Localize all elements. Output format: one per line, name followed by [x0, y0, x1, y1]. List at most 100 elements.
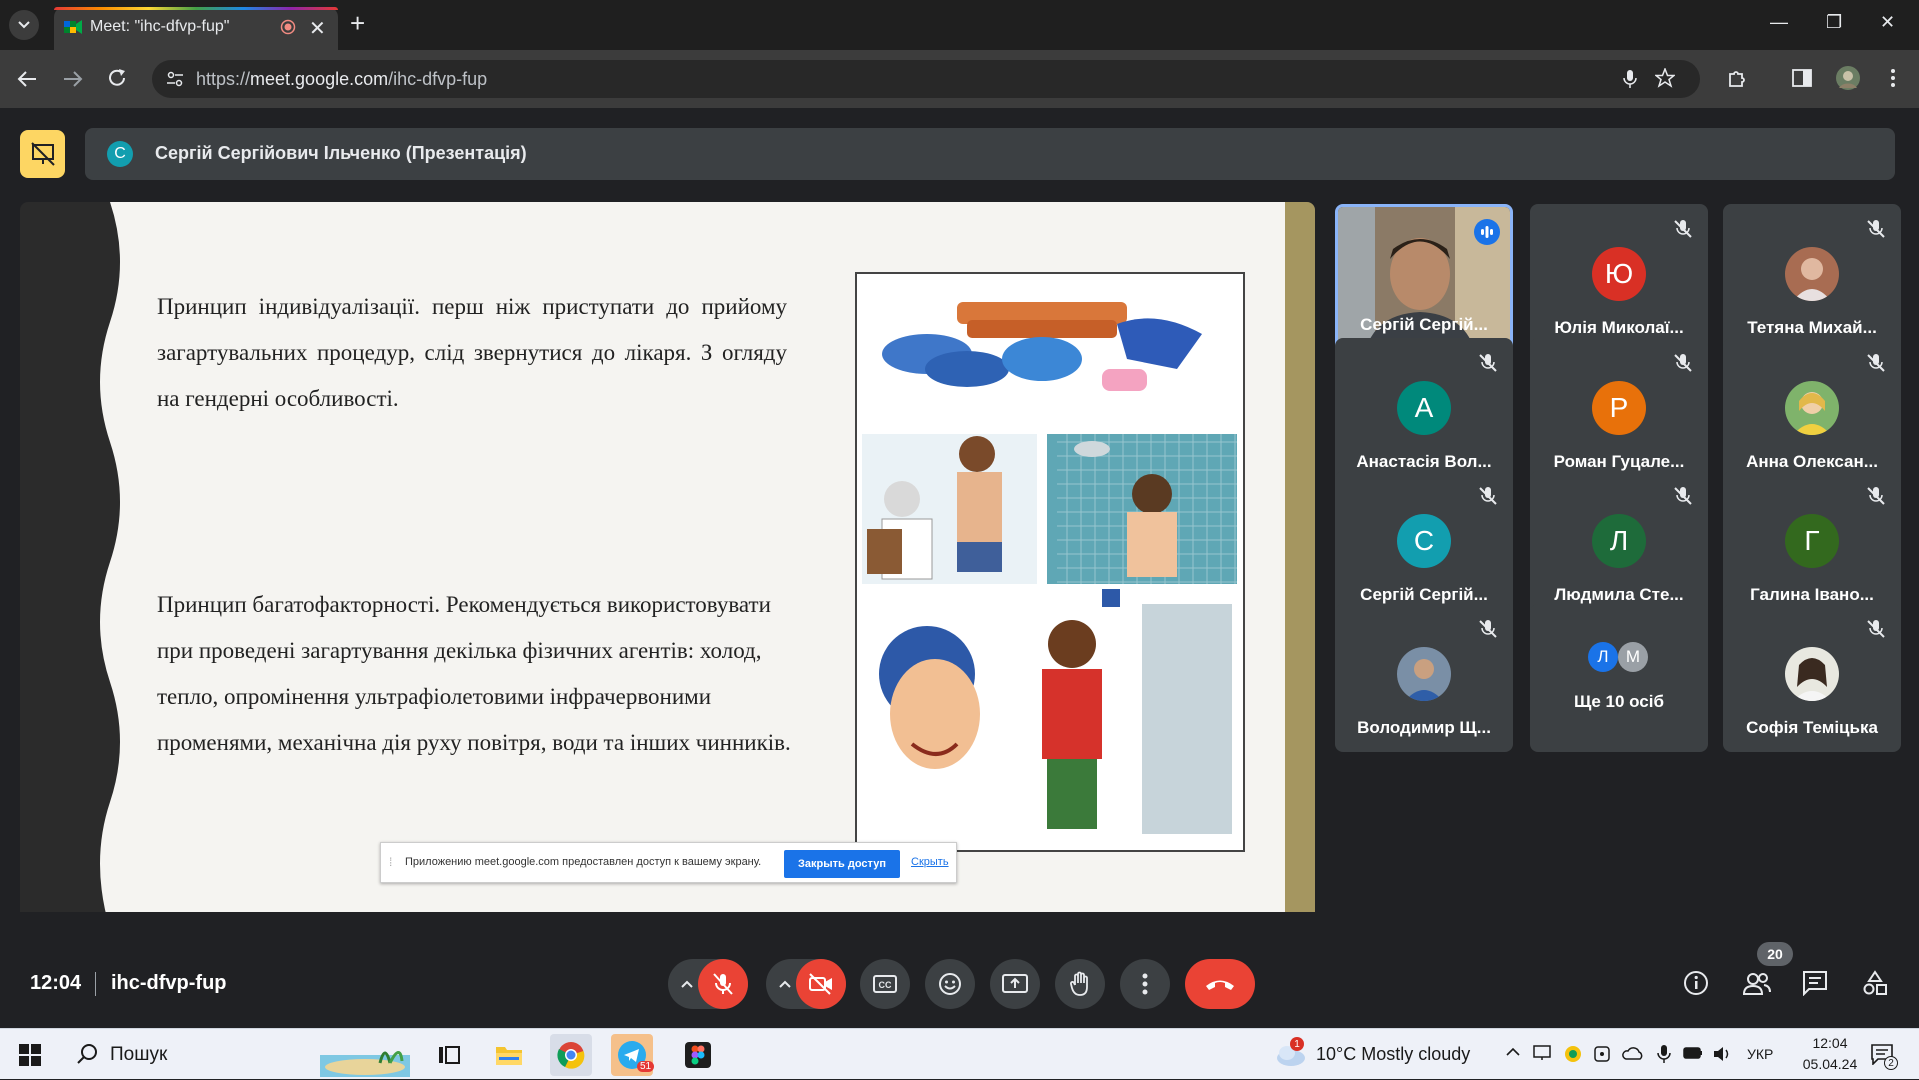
weather-icon[interactable]: 1 [1275, 1037, 1307, 1067]
tab-indicator-bar [54, 7, 338, 10]
presentation-icon[interactable] [20, 130, 65, 178]
participant-tile[interactable]: Анна Олексан... [1723, 338, 1901, 486]
participant-tile[interactable]: Ю Юлія Миколаї... [1530, 204, 1708, 352]
chevron-up-icon [681, 980, 693, 988]
chat-icon[interactable] [1802, 970, 1828, 996]
participant-tile[interactable]: Тетяна Михай... [1723, 204, 1901, 352]
telegram-badge: 51 [637, 1061, 655, 1072]
notification-count: 2 [1884, 1056, 1898, 1070]
battery-icon[interactable] [1683, 1047, 1703, 1059]
participant-name: Сергій Сергій... [1360, 315, 1488, 334]
microphone-tray-icon[interactable] [1657, 1044, 1671, 1064]
minimize-icon[interactable]: — [1770, 12, 1788, 33]
display-tray-icon[interactable] [1533, 1045, 1551, 1061]
more-options-button[interactable] [1120, 959, 1170, 1009]
profile-avatar-icon[interactable] [1836, 66, 1860, 90]
slide-paragraph-individualization: Принцип індивідуалізації. перш ніж прист… [157, 294, 787, 411]
close-window-icon[interactable]: ✕ [1880, 12, 1895, 33]
taskbar-time[interactable]: 12:04 [1800, 1035, 1860, 1051]
app-tray-icon[interactable] [1564, 1045, 1582, 1063]
participant-name: Софія Теміцька [1746, 718, 1878, 737]
meeting-info-icon[interactable] [1683, 970, 1709, 996]
chrome-menu-icon[interactable] [1890, 68, 1896, 88]
browser-tab-strip: Meet: "ihc-dfvp-fup" ✕ + — ❐ ✕ [0, 0, 1919, 50]
mic-off-icon [1672, 485, 1694, 507]
participant-tile[interactable]: Л Людмила Сте... [1530, 471, 1708, 619]
participant-tile[interactable]: Володимир Щ... [1335, 604, 1513, 752]
captions-icon: CC [873, 975, 897, 993]
tab-search-button[interactable] [9, 10, 39, 40]
address-bar[interactable]: https://meet.google.com/ihc-dfvp-fup [152, 60, 1700, 98]
chrome-taskbar-icon[interactable] [550, 1034, 592, 1076]
leave-call-button[interactable] [1185, 959, 1255, 1009]
notifications-icon[interactable]: 2 [1870, 1043, 1898, 1070]
microphone-toggle-button[interactable] [698, 959, 748, 1009]
figma-taskbar-icon[interactable] [677, 1034, 719, 1076]
volume-icon[interactable] [1712, 1045, 1732, 1063]
participant-avatar: С [1397, 514, 1451, 568]
participant-name: Роман Гуцале... [1553, 452, 1685, 471]
stop-sharing-button[interactable]: Закрыть доступ [784, 850, 900, 878]
participant-tile[interactable]: Г Галина Івано... [1723, 471, 1901, 619]
mic-off-icon [1865, 618, 1887, 640]
search-label: Пошук [110, 1044, 168, 1065]
restore-icon[interactable]: ❐ [1826, 12, 1842, 33]
task-view-icon[interactable] [428, 1034, 470, 1076]
forward-icon[interactable] [62, 68, 84, 90]
participant-tile[interactable]: Софія Теміцька [1723, 604, 1901, 752]
weather-text[interactable]: 10°C Mostly cloudy [1316, 1044, 1470, 1065]
onedrive-icon[interactable] [1622, 1046, 1644, 1060]
microphone-icon[interactable] [1622, 69, 1638, 89]
raise-hand-button[interactable] [1055, 959, 1105, 1009]
captions-button[interactable]: CC [860, 959, 910, 1009]
bookmark-star-icon[interactable] [1655, 68, 1675, 88]
new-tab-button[interactable]: + [350, 9, 365, 37]
file-explorer-icon[interactable] [488, 1034, 530, 1076]
more-vert-icon [1142, 973, 1148, 995]
input-language[interactable]: УКР [1747, 1046, 1773, 1062]
windows-start-icon[interactable] [19, 1044, 41, 1066]
taskbar-date[interactable]: 05.04.24 [1793, 1056, 1867, 1072]
hand-icon [1070, 971, 1088, 996]
tab-close-icon[interactable]: ✕ [309, 16, 326, 41]
participant-name: Юлія Миколаї... [1554, 318, 1684, 337]
hide-notice-link[interactable]: Скрыть [911, 856, 949, 868]
present-screen-icon [1002, 974, 1028, 993]
browser-toolbar: https://meet.google.com/ihc-dfvp-fup [0, 50, 1919, 108]
participant-tile[interactable]: Р Роман Гуцале... [1530, 338, 1708, 486]
activities-icon[interactable] [1862, 970, 1888, 996]
participant-tile[interactable]: Сергій Сергій... [1335, 204, 1513, 352]
slide-illustration [855, 272, 1245, 852]
windows-taskbar: Пошук 51 1 10°C Mostly cloudy УКР 12:04 … [0, 1028, 1919, 1079]
network-tray-icon[interactable] [1593, 1045, 1611, 1063]
presenter-name: Сергій Сергійович Ільченко (Презентація) [155, 143, 527, 163]
active-tab[interactable]: Meet: "ihc-dfvp-fup" ✕ [54, 7, 338, 50]
people-icon[interactable] [1742, 970, 1772, 996]
participant-name: Тетяна Михай... [1747, 318, 1877, 337]
participant-name: Анастасія Вол... [1356, 452, 1492, 471]
participant-tile[interactable]: С Сергій Сергій... [1335, 471, 1513, 619]
side-panel-icon[interactable] [1792, 68, 1812, 88]
mic-off-icon [1672, 352, 1694, 374]
reload-icon[interactable] [106, 67, 128, 89]
reactions-button[interactable] [925, 959, 975, 1009]
drag-handle-icon[interactable]: ⁞ [389, 855, 392, 869]
participant-avatar: А [1397, 381, 1451, 435]
participant-tile[interactable]: А Анастасія Вол... [1335, 338, 1513, 486]
taskbar-search[interactable]: Пошук [62, 1029, 422, 1080]
hang-up-icon [1206, 980, 1234, 990]
present-screen-button[interactable] [990, 959, 1040, 1009]
participant-name: Володимир Щ... [1357, 718, 1491, 737]
share-notice-text: Приложению meet.google.com предоставлен … [405, 856, 762, 868]
participant-tile-more[interactable]: Л М Ще 10 осіб [1530, 604, 1708, 752]
chevron-up-icon [779, 980, 791, 988]
mic-off-icon [1865, 218, 1887, 240]
extensions-icon[interactable] [1726, 67, 1748, 89]
url-scheme: https:// [196, 69, 251, 89]
back-icon[interactable] [16, 68, 38, 90]
site-info-icon[interactable] [166, 70, 184, 88]
camera-toggle-button[interactable] [796, 959, 846, 1009]
participant-avatar: Л [1592, 514, 1646, 568]
tray-chevron-up-icon[interactable] [1505, 1047, 1521, 1057]
telegram-taskbar-icon[interactable]: 51 [611, 1034, 655, 1076]
